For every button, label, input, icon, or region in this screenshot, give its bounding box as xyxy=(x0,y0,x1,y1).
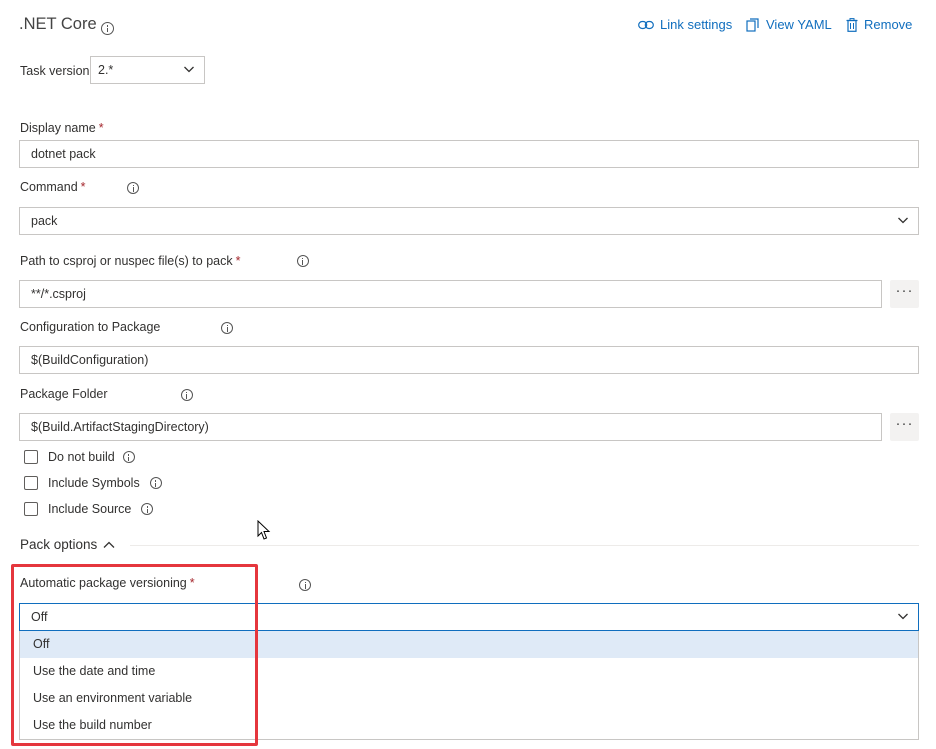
display-name-label: Display name * xyxy=(20,121,104,135)
chevron-up-icon xyxy=(103,541,115,548)
command-value: pack xyxy=(31,214,58,228)
path-value: **/*.csproj xyxy=(31,287,86,301)
display-name-input[interactable]: dotnet pack xyxy=(19,140,919,168)
do-not-build-label: Do not build xyxy=(48,450,115,464)
configuration-value: $(BuildConfiguration) xyxy=(31,353,149,367)
versioning-select[interactable]: Off xyxy=(19,603,919,631)
info-icon[interactable] xyxy=(149,477,162,489)
versioning-label: Automatic package versioning * xyxy=(20,576,195,590)
option-build-number[interactable]: Use the build number xyxy=(20,712,918,739)
task-version-label: Task version xyxy=(20,64,90,78)
view-yaml-button[interactable]: View YAML xyxy=(746,17,832,32)
include-symbols-row: Include Symbols xyxy=(24,476,162,490)
option-date-time[interactable]: Use the date and time xyxy=(20,658,918,685)
include-source-row: Include Source xyxy=(24,502,154,516)
command-select[interactable]: pack xyxy=(19,207,919,235)
info-icon[interactable] xyxy=(141,503,154,515)
package-folder-label: Package Folder xyxy=(20,387,108,401)
pack-options-label: Pack options xyxy=(20,537,98,552)
info-icon[interactable] xyxy=(101,22,114,36)
info-icon[interactable] xyxy=(127,181,140,194)
link-icon xyxy=(638,20,654,29)
view-yaml-label: View YAML xyxy=(766,17,832,32)
include-source-label: Include Source xyxy=(48,502,132,516)
do-not-build-row: Do not build xyxy=(24,450,135,464)
path-label: Path to csproj or nuspec file(s) to pack… xyxy=(20,254,241,268)
chevron-down-icon xyxy=(898,613,908,620)
info-icon[interactable] xyxy=(122,451,135,463)
mouse-cursor-icon xyxy=(257,520,271,540)
path-browse-button[interactable]: ··· xyxy=(890,280,919,308)
configuration-label: Configuration to Package xyxy=(20,320,161,334)
copy-icon xyxy=(746,17,759,32)
page-title: .NET Core xyxy=(19,15,97,33)
chevron-down-icon xyxy=(898,217,908,224)
link-settings-label: Link settings xyxy=(660,17,733,32)
do-not-build-checkbox[interactable] xyxy=(24,450,38,464)
option-off[interactable]: Off xyxy=(20,631,918,658)
package-folder-input[interactable]: $(Build.ArtifactStagingDirectory) xyxy=(19,413,882,441)
pack-options-toggle[interactable]: Pack options xyxy=(20,537,115,552)
remove-label: Remove xyxy=(864,17,913,32)
chevron-down-icon xyxy=(184,66,194,73)
info-icon[interactable] xyxy=(180,388,193,401)
package-folder-browse-button[interactable]: ··· xyxy=(890,413,919,441)
section-divider xyxy=(130,545,919,546)
include-source-checkbox[interactable] xyxy=(24,502,38,516)
task-version-value: 2.* xyxy=(98,63,114,77)
info-icon[interactable] xyxy=(296,254,309,267)
configuration-input[interactable]: $(BuildConfiguration) xyxy=(19,346,919,374)
versioning-options-menu: Off Use the date and time Use an environ… xyxy=(19,631,919,740)
command-label: Command * xyxy=(20,180,86,194)
task-version-select[interactable]: 2.* xyxy=(90,56,205,84)
info-icon[interactable] xyxy=(299,578,312,591)
link-settings-button[interactable]: Link settings xyxy=(638,17,732,32)
versioning-value: Off xyxy=(31,610,48,624)
include-symbols-label: Include Symbols xyxy=(48,476,140,490)
info-icon[interactable] xyxy=(221,321,234,334)
include-symbols-checkbox[interactable] xyxy=(24,476,38,490)
option-env-variable[interactable]: Use an environment variable xyxy=(20,685,918,712)
package-folder-value: $(Build.ArtifactStagingDirectory) xyxy=(31,420,209,434)
display-name-value: dotnet pack xyxy=(31,147,96,161)
path-input[interactable]: **/*.csproj xyxy=(19,280,882,308)
trash-icon xyxy=(846,17,858,32)
remove-button[interactable]: Remove xyxy=(846,17,912,32)
